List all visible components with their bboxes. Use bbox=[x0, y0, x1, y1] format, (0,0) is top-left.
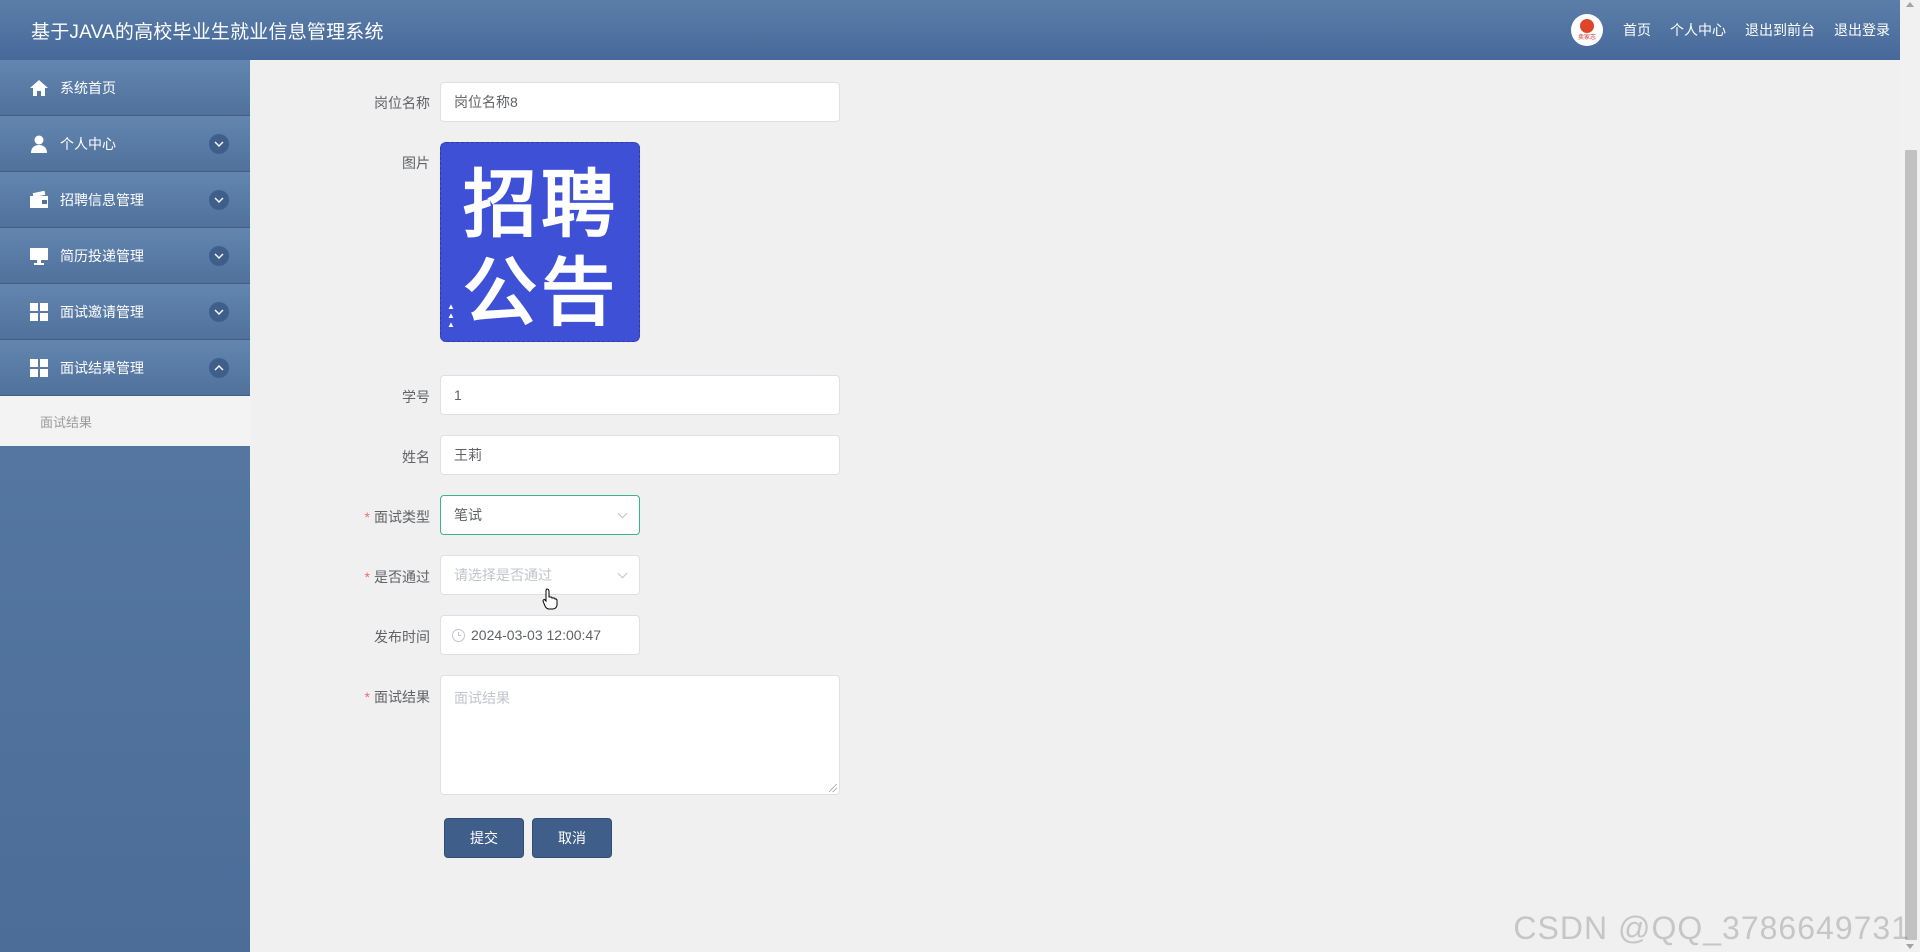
sidebar: 系统首页 个人中心 招聘信息管理 简历投递管理 面试邀请管理 面试结果管理 面试… bbox=[0, 60, 250, 952]
student-id-field[interactable]: 1 bbox=[440, 375, 840, 415]
wallet-icon bbox=[28, 189, 50, 211]
top-header: 基于JAVA的高校毕业生就业信息管理系统 卖家志 首页 个人中心 退出到前台 退… bbox=[0, 0, 1900, 60]
sidebar-item-label: 个人中心 bbox=[60, 135, 116, 152]
sidebar-item-label: 面试结果管理 bbox=[60, 359, 144, 376]
sidebar-item-label: 招聘信息管理 bbox=[60, 191, 144, 208]
name-label: 姓名 bbox=[402, 449, 430, 465]
passed-label: * 是否通过 bbox=[364, 569, 430, 585]
grid-icon bbox=[28, 301, 50, 323]
user-icon bbox=[28, 133, 50, 155]
sidebar-item-profile[interactable]: 个人中心 bbox=[0, 116, 250, 172]
home-icon bbox=[28, 77, 50, 99]
scroll-thumb[interactable] bbox=[1905, 150, 1917, 940]
sidebar-item-result[interactable]: 面试结果管理 bbox=[0, 340, 250, 396]
publish-time-picker[interactable]: 2024-03-03 12:00:47 bbox=[440, 615, 640, 655]
clock-icon bbox=[452, 628, 465, 642]
publish-time-label: 发布时间 bbox=[374, 629, 430, 645]
hand-cursor-icon bbox=[542, 588, 558, 615]
poster-text: 招聘 公告 bbox=[463, 162, 619, 336]
name-field[interactable]: 王莉 bbox=[440, 435, 840, 475]
result-placeholder: 面试结果 bbox=[454, 690, 510, 706]
passed-placeholder: 请选择是否通过 bbox=[454, 567, 552, 583]
nav-frontend-link[interactable]: 退出到前台 bbox=[1745, 20, 1815, 40]
sidebar-item-label: 简历投递管理 bbox=[60, 247, 144, 264]
submit-button[interactable]: 提交 bbox=[444, 818, 524, 858]
sidebar-item-home[interactable]: 系统首页 bbox=[0, 60, 250, 116]
interview-type-label: * 面试类型 bbox=[364, 509, 430, 525]
chevron-down-icon bbox=[617, 568, 628, 579]
interview-type-select[interactable]: 笔试 bbox=[440, 495, 640, 535]
nav-home-link[interactable]: 首页 bbox=[1623, 20, 1651, 40]
monitor-icon bbox=[28, 245, 50, 267]
sidebar-item-recruitment[interactable]: 招聘信息管理 bbox=[0, 172, 250, 228]
sidebar-item-invitation[interactable]: 面试邀请管理 bbox=[0, 284, 250, 340]
avatar[interactable]: 卖家志 bbox=[1571, 14, 1603, 46]
job-name-label: 岗位名称 bbox=[374, 95, 430, 111]
chevron-down-icon[interactable] bbox=[209, 301, 229, 322]
nav-profile-link[interactable]: 个人中心 bbox=[1670, 20, 1726, 40]
chevron-down-icon[interactable] bbox=[209, 189, 229, 210]
page-scrollbar[interactable] bbox=[1900, 0, 1920, 952]
nav-logout-link[interactable]: 退出登录 bbox=[1834, 20, 1890, 40]
poster-triangle-icon: ▲ ▲ ▲ bbox=[447, 302, 455, 329]
sidebar-item-label: 系统首页 bbox=[60, 79, 116, 96]
submenu-item-interview-result[interactable]: 面试结果 bbox=[0, 396, 250, 446]
app-title: 基于JAVA的高校毕业生就业信息管理系统 bbox=[31, 21, 384, 43]
job-name-field[interactable]: 岗位名称8 bbox=[440, 82, 840, 122]
passed-select[interactable]: 请选择是否通过 bbox=[440, 555, 640, 595]
header-nav: 卖家志 首页 个人中心 退出到前台 退出登录 bbox=[1571, 14, 1890, 46]
cancel-button[interactable]: 取消 bbox=[532, 818, 612, 858]
resize-handle-icon[interactable] bbox=[829, 784, 837, 792]
poster-image[interactable]: 招聘 公告 ▲ ▲ ▲ bbox=[440, 142, 640, 342]
sidebar-item-label: 面试邀请管理 bbox=[60, 303, 144, 320]
publish-time-value: 2024-03-03 12:00:47 bbox=[471, 627, 601, 643]
grid-icon bbox=[28, 357, 50, 379]
image-label: 图片 bbox=[402, 155, 430, 171]
watermark: CSDN @QQ_3786649731 bbox=[1513, 910, 1910, 946]
result-textarea[interactable]: 面试结果 bbox=[440, 675, 840, 795]
interview-type-value: 笔试 bbox=[454, 507, 482, 523]
sidebar-item-resume[interactable]: 简历投递管理 bbox=[0, 228, 250, 284]
chevron-up-icon[interactable] bbox=[209, 357, 229, 378]
interview-result-form: 岗位名称 岗位名称8 图片 招聘 公告 ▲ ▲ ▲ 学号 1 姓名 王莉 * 面试类型… bbox=[250, 60, 1900, 952]
scroll-up-icon[interactable] bbox=[1906, 2, 1914, 7]
chevron-down-icon[interactable] bbox=[209, 133, 229, 154]
result-label: * 面试结果 bbox=[364, 689, 430, 705]
avatar-logo-text: 卖家志 bbox=[1577, 35, 1596, 41]
student-id-label: 学号 bbox=[402, 389, 430, 405]
chevron-down-icon bbox=[617, 508, 628, 519]
avatar-logo-icon bbox=[1580, 19, 1594, 33]
chevron-down-icon[interactable] bbox=[209, 245, 229, 266]
